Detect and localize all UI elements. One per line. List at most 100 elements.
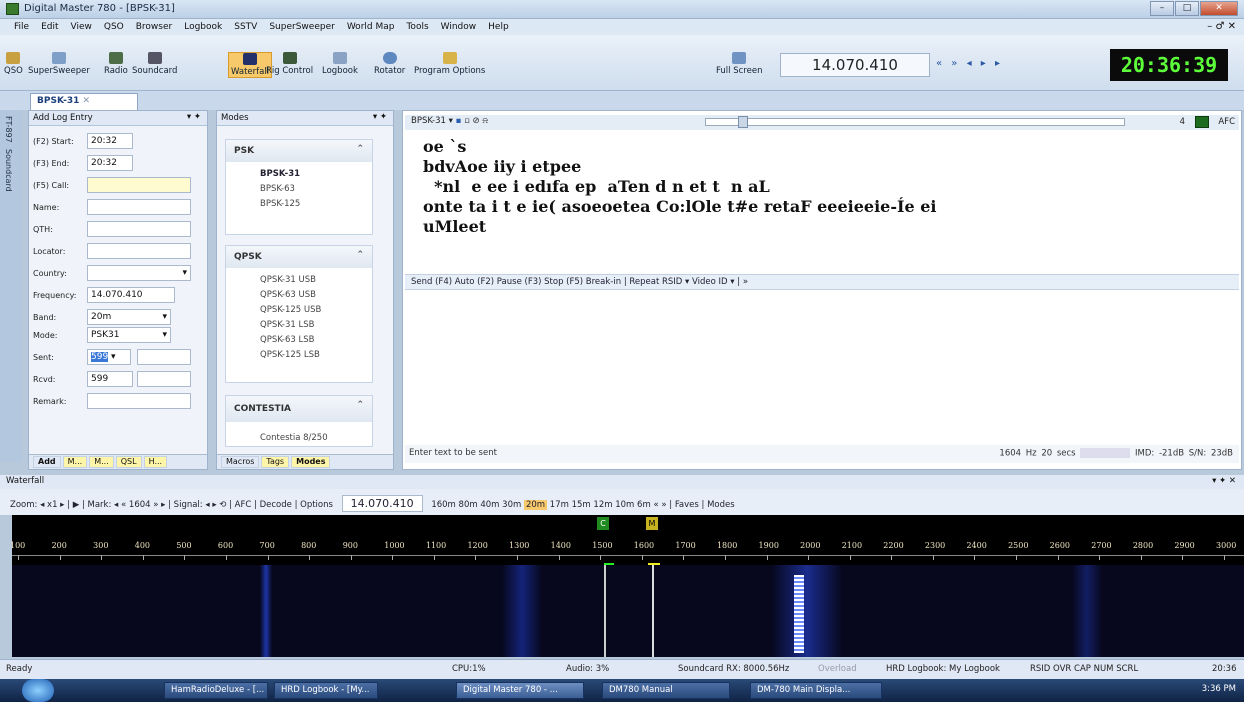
menu-window[interactable]: Window xyxy=(441,22,477,32)
pin-icon[interactable]: ▾ ✦ ✕ xyxy=(1212,476,1236,486)
menu-browser[interactable]: Browser xyxy=(136,22,172,32)
collapse-icon[interactable]: ⌃ xyxy=(356,144,364,154)
tab-h[interactable]: H... xyxy=(143,456,168,468)
menu-view[interactable]: View xyxy=(71,22,92,32)
carrier-marker-c[interactable]: C xyxy=(597,517,609,530)
rcvd-field[interactable]: 599 xyxy=(87,371,133,387)
frequency-nav-buttons[interactable]: « » ◂ ▸ ▸ xyxy=(936,58,1003,69)
menu-sstv[interactable]: SSTV xyxy=(234,22,257,32)
task-hamradiodeluxe[interactable]: HamRadioDeluxe - [... xyxy=(164,682,268,699)
mode-item[interactable]: QPSK-31 LSB xyxy=(226,318,372,333)
waterfall-right-controls[interactable]: « » | Faves | Modes xyxy=(653,500,734,510)
toolbar-soundcard-button[interactable]: Soundcard xyxy=(132,52,177,76)
remark-field[interactable] xyxy=(87,393,191,409)
waterfall-controls[interactable]: Zoom: ◂ x1 ▸ | ▶ | Mark: ◂ « 1604 » ▸ | … xyxy=(10,500,333,510)
tab-tags[interactable]: Tags xyxy=(261,456,290,468)
mode-item[interactable]: BPSK-125 xyxy=(226,197,372,212)
qth-field[interactable] xyxy=(87,221,191,237)
maximize-button[interactable]: □ xyxy=(1175,1,1199,16)
rx-level-slider[interactable] xyxy=(705,116,1125,128)
band-12m[interactable]: 12m xyxy=(593,500,612,510)
tab-qsl[interactable]: QSL xyxy=(115,456,142,468)
toolbar-radio-button[interactable]: Radio xyxy=(104,52,128,76)
country-select[interactable]: ▾ xyxy=(87,265,191,281)
menu-edit[interactable]: Edit xyxy=(41,22,58,32)
tab-soundcard[interactable]: Soundcard xyxy=(4,149,13,192)
start-time-field[interactable]: 20:32 xyxy=(87,133,133,149)
task-digital-master[interactable]: Digital Master 780 - ... xyxy=(456,682,584,699)
band-15m[interactable]: 15m xyxy=(572,500,591,510)
mode-item[interactable]: QPSK-125 LSB xyxy=(226,348,372,363)
sent-extra-field[interactable] xyxy=(137,349,191,365)
menu-tools[interactable]: Tools xyxy=(406,22,428,32)
band-select[interactable]: 20m ▾ xyxy=(87,309,171,325)
toolbar-supersweeper-button[interactable]: SuperSweeper xyxy=(28,52,90,76)
mdi-controls[interactable]: – ♂ ✕ xyxy=(1207,21,1236,32)
end-time-field[interactable]: 20:32 xyxy=(87,155,133,171)
save-icon[interactable]: ▪ xyxy=(456,116,462,126)
mode-item[interactable]: QPSK-31 USB xyxy=(226,268,372,288)
bell-icon[interactable]: ⍾ xyxy=(482,116,488,126)
slider-thumb[interactable] xyxy=(738,116,748,128)
rcvd-extra-field[interactable] xyxy=(137,371,191,387)
menu-logbook[interactable]: Logbook xyxy=(184,22,222,32)
toolbar-rotator-button[interactable]: Rotator xyxy=(374,52,405,76)
task-dm780-main-display[interactable]: DM-780 Main Displa... xyxy=(750,682,882,699)
clear-icon[interactable]: ⊘ xyxy=(473,116,480,126)
menu-file[interactable]: File xyxy=(14,22,29,32)
frequency-display[interactable]: 14.070.410 xyxy=(780,53,930,77)
tab-ft897[interactable]: FT-897 xyxy=(4,116,13,143)
status-logbook[interactable]: HRD Logbook: My Logbook xyxy=(886,664,1000,674)
menu-help[interactable]: Help xyxy=(488,22,509,32)
band-10m[interactable]: 10m xyxy=(615,500,634,510)
toolbar-logbook-button[interactable]: Logbook xyxy=(322,52,358,76)
tab-macros[interactable]: Macros xyxy=(221,456,260,468)
sent-field[interactable]: 599 ▾ xyxy=(87,349,131,365)
print-icon[interactable]: ▫ xyxy=(464,116,470,126)
task-hrd-logbook[interactable]: HRD Logbook - [My... xyxy=(274,682,378,699)
band-80m[interactable]: 80m xyxy=(459,500,478,510)
mode-select[interactable]: PSK31 ▾ xyxy=(87,327,171,343)
band-20m[interactable]: 20m xyxy=(523,500,548,510)
band-40m[interactable]: 40m xyxy=(480,500,499,510)
close-button[interactable]: ✕ xyxy=(1200,1,1238,16)
tab-modes[interactable]: Modes xyxy=(291,456,331,468)
pin-icon[interactable]: ▾ ✦ xyxy=(187,112,201,122)
mode-item[interactable]: QPSK-63 LSB xyxy=(226,333,372,348)
menu-qso[interactable]: QSO xyxy=(104,22,124,32)
task-dm780-manual[interactable]: DM780 Manual xyxy=(602,682,730,699)
minimize-button[interactable]: – xyxy=(1150,1,1174,16)
tab-bpsk-31[interactable]: BPSK-31 ✕ xyxy=(30,93,138,110)
name-field[interactable] xyxy=(87,199,191,215)
band-6m[interactable]: 6m xyxy=(637,500,651,510)
mode-item[interactable]: BPSK-63 xyxy=(226,182,372,197)
call-field[interactable] xyxy=(87,177,191,193)
locator-field[interactable] xyxy=(87,243,191,259)
mode-item[interactable]: BPSK-31 xyxy=(226,162,372,182)
start-button[interactable] xyxy=(22,679,54,702)
close-tab-icon[interactable]: ✕ xyxy=(83,96,91,106)
toolbar-full-screen-button[interactable]: Full Screen xyxy=(716,52,762,76)
band-30m[interactable]: 30m xyxy=(502,500,521,510)
band-17m[interactable]: 17m xyxy=(550,500,569,510)
menu-supersweeper[interactable]: SuperSweeper xyxy=(269,22,334,32)
mode-item[interactable]: Contestia 8/250 xyxy=(226,422,372,446)
tab-m2[interactable]: M... xyxy=(89,456,114,468)
tab-add[interactable]: Add xyxy=(33,456,61,468)
mode-item[interactable]: QPSK-63 USB xyxy=(226,288,372,303)
rx-mode-select[interactable]: BPSK-31 xyxy=(411,116,446,126)
collapse-icon[interactable]: ⌃ xyxy=(356,250,364,260)
collapse-icon[interactable]: ⌃ xyxy=(356,400,364,410)
frequency-field[interactable]: 14.070.410 xyxy=(87,287,175,303)
tx-toolbar[interactable]: Send (F4) Auto (F2) Pause (F3) Stop (F5)… xyxy=(405,274,1239,290)
transmit-text-area[interactable] xyxy=(405,291,1239,439)
mode-item[interactable]: QPSK-125 USB xyxy=(226,303,372,318)
tab-m1[interactable]: M... xyxy=(62,456,88,468)
pin-icon[interactable]: ▾ ✦ xyxy=(373,112,387,122)
afc-label[interactable]: AFC xyxy=(1218,117,1235,127)
toolbar-qso-button[interactable]: QSO xyxy=(4,52,23,76)
menu-world-map[interactable]: World Map xyxy=(347,22,395,32)
toolbar-program-options-button[interactable]: Program Options xyxy=(414,52,485,76)
toolbar-rig-control-button[interactable]: Rig Control xyxy=(266,52,313,76)
waterfall-display[interactable] xyxy=(12,565,1244,657)
